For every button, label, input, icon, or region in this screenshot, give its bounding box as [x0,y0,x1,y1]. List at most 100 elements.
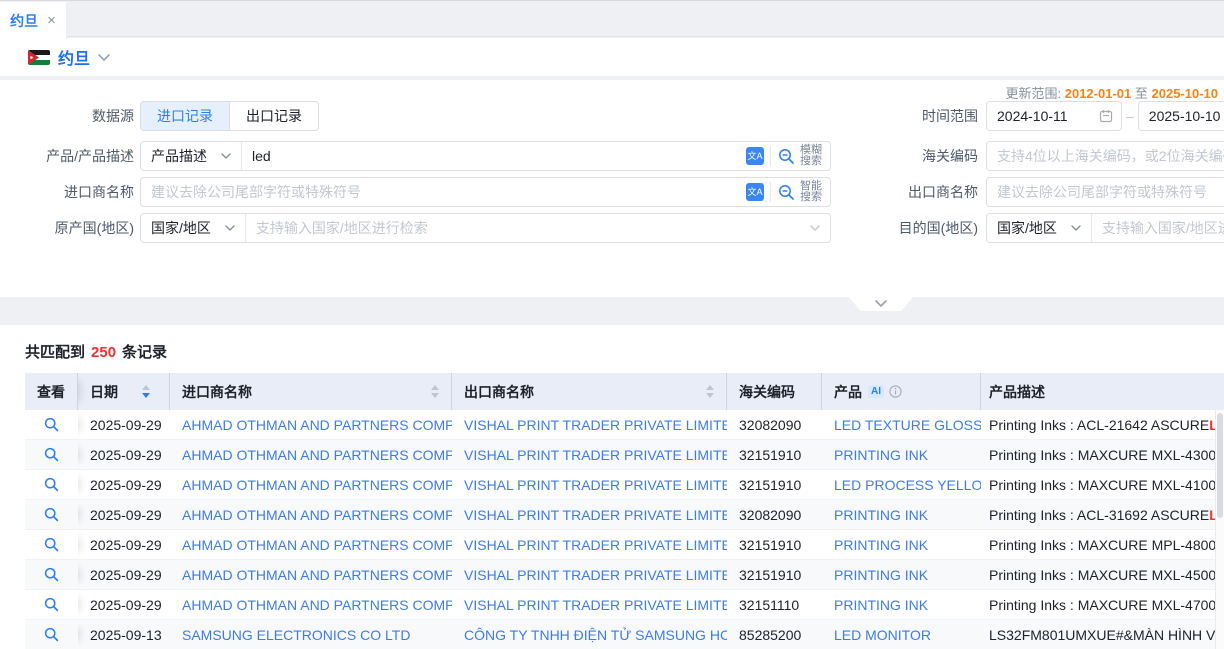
importer-row: 进口商名称 文A 智能搜索 [0,177,831,207]
destination-row: 目的国(地区) 国家/地区 [850,213,1224,243]
translate-icon[interactable]: 文A [746,147,764,165]
view-button[interactable] [25,470,78,499]
importer-link[interactable]: AHMAD OTHMAN AND PARTNERS COMPA... [170,470,452,499]
export-records-button[interactable]: 出口记录 [229,102,318,130]
product-link[interactable]: LED MONITOR [822,620,981,649]
start-date-input[interactable]: 2024-10-11 [986,101,1122,131]
view-button[interactable] [25,620,78,649]
chevron-down-icon [810,225,820,231]
exporter-link[interactable]: VISHAL PRINT TRADER PRIVATE LIMITED [452,530,727,559]
importer-link[interactable]: AHMAD OTHMAN AND PARTNERS COMPA... [170,500,452,529]
magnifier-icon [44,417,59,432]
end-date-value: 2025-10-10 [1149,108,1224,124]
origin-select[interactable]: 国家/地区 [141,214,246,242]
row-product-desc: Printing Inks : ACL-31692 ASCURE LE... [981,500,1224,529]
table-row: 2025-09-29AHMAD OTHMAN AND PARTNERS COMP… [25,560,1224,590]
row-hs-code: 32151910 [727,560,822,589]
view-button[interactable] [25,530,78,559]
fuzzy-search-button[interactable]: 模糊搜索 [771,145,830,167]
hs-code-input[interactable] [987,142,1224,170]
exporter-link[interactable]: VISHAL PRINT TRADER PRIVATE LIMITED [452,410,727,439]
sort-exporter[interactable] [706,385,714,398]
view-cell [25,530,78,559]
desc-text: Printing Inks : ACL-31692 ASCURE [989,507,1209,523]
magnifier-icon [44,567,59,582]
product-link[interactable]: PRINTING INK [822,530,981,559]
destination-select[interactable]: 国家/地区 [987,214,1092,242]
exporter-link[interactable]: VISHAL PRINT TRADER PRIVATE LIMITED [452,440,727,469]
end-date-input[interactable]: 2025-10-10 [1138,101,1224,131]
exporter-link[interactable]: VISHAL PRINT TRADER PRIVATE LIMITED [452,470,727,499]
row-hs-code: 32151110 [727,590,822,619]
info-icon[interactable] [889,385,902,398]
product-link[interactable]: LED PROCESS YELLOW... [822,470,981,499]
row-hs-code: 32151910 [727,470,822,499]
view-button[interactable] [25,500,78,529]
sort-importer[interactable] [431,385,439,398]
importer-link[interactable]: AHMAD OTHMAN AND PARTNERS COMPA... [170,590,452,619]
tab-jordan[interactable]: 约旦 × [0,2,67,39]
destination-label: 目的国(地区) [850,218,986,238]
import-records-button[interactable]: 进口记录 [141,102,229,130]
table-row: 2025-09-29AHMAD OTHMAN AND PARTNERS COMP… [25,590,1224,620]
importer-link[interactable]: AHMAD OTHMAN AND PARTNERS COMPA... [170,530,452,559]
hs-code-label: 海关编码 [850,146,986,166]
collapse-form-button[interactable] [849,297,913,311]
count-number: 250 [91,344,116,361]
importer-link[interactable]: SAMSUNG ELECTRONICS CO LTD [170,620,452,649]
col-hs-code: 海关编码 [727,373,822,410]
col-date-label: 日期 [90,382,118,402]
vertical-scrollbar[interactable] [1215,410,1224,649]
importer-input[interactable] [141,178,746,206]
exporter-input[interactable] [987,178,1224,206]
row-product-desc: LS32FM801UMXUE#&MÀN HÌNH VI ... [981,620,1224,649]
product-link[interactable]: PRINTING INK [822,500,981,529]
col-exporter-label: 出口商名称 [464,382,534,402]
chevron-down-icon [1071,225,1081,231]
view-button[interactable] [25,590,78,619]
col-hs-label: 海关编码 [739,382,795,402]
desc-text: Printing Inks : ACL-21642 ASCURE [989,417,1209,433]
chevron-down-icon[interactable] [98,54,110,61]
exporter-row: 出口商名称 [850,177,1224,207]
product-link[interactable]: PRINTING INK [822,440,981,469]
origin-dropdown-toggle[interactable] [810,225,830,231]
view-button[interactable] [25,440,78,469]
origin-input[interactable] [246,214,810,242]
origin-control: 国家/地区 [140,213,831,243]
product-field-select[interactable]: 产品描述 [141,142,242,170]
magnifier-icon [44,597,59,612]
row-hs-code: 32151910 [727,440,822,469]
smart-search-button[interactable]: 智能搜索 [771,181,830,203]
product-link[interactable]: PRINTING INK [822,560,981,589]
translate-icon[interactable]: 文A [746,183,764,201]
update-range-from: 2012-01-01 [1065,86,1132,101]
exporter-link[interactable]: CÔNG TY TNHH ĐIỆN TỬ SAMSUNG HCMC... [452,620,727,649]
destination-input[interactable] [1092,214,1224,242]
sort-date[interactable] [142,385,150,398]
table-row: 2025-09-29AHMAD OTHMAN AND PARTNERS COMP… [25,470,1224,500]
ai-badge: AI [868,385,884,398]
exporter-link[interactable]: VISHAL PRINT TRADER PRIVATE LIMITED [452,590,727,619]
exporter-link[interactable]: VISHAL PRINT TRADER PRIVATE LIMITED [452,500,727,529]
exporter-link[interactable]: VISHAL PRINT TRADER PRIVATE LIMITED [452,560,727,589]
scrollbar-thumb[interactable] [1217,413,1223,518]
importer-link[interactable]: AHMAD OTHMAN AND PARTNERS COMPA... [170,440,452,469]
exporter-control [986,177,1224,207]
product-link[interactable]: LED TEXTURE GLOSS ... [822,410,981,439]
view-button[interactable] [25,410,78,439]
view-button[interactable] [25,560,78,589]
importer-link[interactable]: AHMAD OTHMAN AND PARTNERS COMPA... [170,410,452,439]
product-input[interactable] [242,142,746,170]
col-importer-label: 进口商名称 [182,382,252,402]
importer-link[interactable]: AHMAD OTHMAN AND PARTNERS COMPA... [170,560,452,589]
col-importer: 进口商名称 [170,373,452,410]
date-separator: – [1126,108,1134,124]
smart-search-icon [778,184,795,201]
close-icon[interactable]: × [47,13,56,28]
row-hs-code: 32082090 [727,500,822,529]
chevron-down-icon [225,225,235,231]
row-date: 2025-09-29 [78,500,170,529]
product-link[interactable]: PRINTING INK [822,590,981,619]
table-row: 2025-09-29AHMAD OTHMAN AND PARTNERS COMP… [25,410,1224,440]
